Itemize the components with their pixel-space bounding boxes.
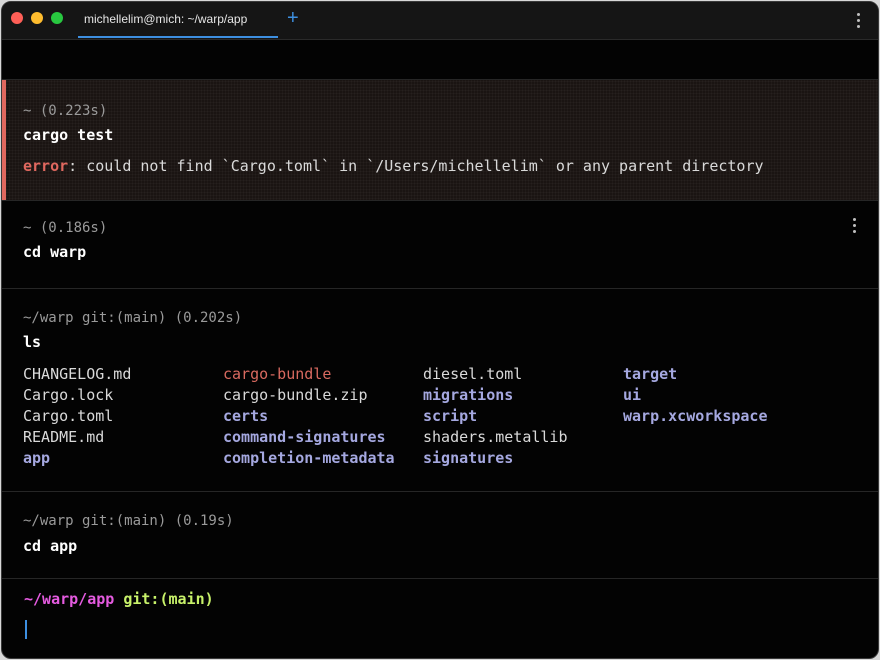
tab-active[interactable]: michellelim@mich: ~/warp/app [78, 2, 278, 39]
terminal-window: michellelim@mich: ~/warp/app + ~ (0.223s… [1, 1, 879, 659]
block-menu-icon[interactable] [848, 218, 860, 236]
ls-entry-file: CHANGELOG.md [23, 365, 132, 383]
block-meta: ~/warp git:(main) (0.19s) [23, 513, 234, 529]
window-menu-icon[interactable] [852, 13, 864, 31]
ls-entry-directory: warp.xcworkspace [623, 407, 768, 425]
command-block-cargo-test[interactable]: ~ (0.223s) cargo test error: could not f… [2, 79, 878, 201]
ls-entry-file: shaders.metallib [423, 428, 568, 446]
close-window-button[interactable] [11, 12, 23, 24]
ls-entry-directory: target [623, 365, 678, 383]
ls-entry-file: README.md [23, 428, 105, 446]
error-message: : could not find `Cargo.toml` in `/Users… [68, 157, 764, 175]
block-meta: ~ (0.223s) [23, 103, 108, 119]
ls-entry-directory: signatures [423, 449, 514, 467]
ls-entry-directory: completion-metadata [223, 449, 395, 467]
block-command: cd warp [23, 243, 87, 261]
text-cursor [25, 620, 27, 639]
tab-active-indicator [78, 36, 278, 38]
prompt: ~/warp/app git:(main) [24, 590, 214, 608]
command-block-cd-app[interactable]: ~/warp git:(main) (0.19s) cd app [2, 492, 878, 579]
block-output: error: could not find `Cargo.toml` in `/… [23, 157, 764, 175]
block-command: cd app [23, 537, 78, 555]
ls-entry-directory: script [423, 407, 478, 425]
zoom-window-button[interactable] [51, 12, 63, 24]
ls-entry-directory: command-signatures [223, 428, 386, 446]
title-bar: michellelim@mich: ~/warp/app + [2, 2, 878, 40]
ls-entry-file: Cargo.lock [23, 386, 114, 404]
ls-entry-directory: certs [223, 407, 269, 425]
tab-title: michellelim@mich: ~/warp/app [84, 12, 248, 26]
prompt-path: ~/warp/app [24, 590, 115, 608]
error-indicator-bar [2, 80, 6, 200]
ls-entry-directory: app [23, 449, 51, 467]
minimize-window-button[interactable] [31, 12, 43, 24]
ls-entry-directory: migrations [423, 386, 514, 404]
ls-entry-file: diesel.toml [423, 365, 523, 383]
new-tab-button[interactable]: + [287, 8, 299, 28]
command-block-ls[interactable]: ~/warp git:(main) (0.202s) ls CHANGELOG.… [2, 289, 878, 492]
ls-entry-file: Cargo.toml [23, 407, 114, 425]
block-meta: ~ (0.186s) [23, 220, 108, 236]
block-command: cargo test [23, 126, 114, 144]
ls-entry-file: cargo-bundle.zip [223, 386, 368, 404]
prompt-git-branch: git:(main) [123, 590, 214, 608]
ls-entry-directory: ui [623, 386, 642, 404]
error-label: error [23, 157, 69, 175]
command-block-cd-warp[interactable]: ~ (0.186s) cd warp [2, 200, 878, 289]
block-command: ls [23, 333, 42, 351]
block-meta: ~/warp git:(main) (0.202s) [23, 310, 243, 326]
ls-entry-file: cargo-bundle [223, 365, 332, 383]
